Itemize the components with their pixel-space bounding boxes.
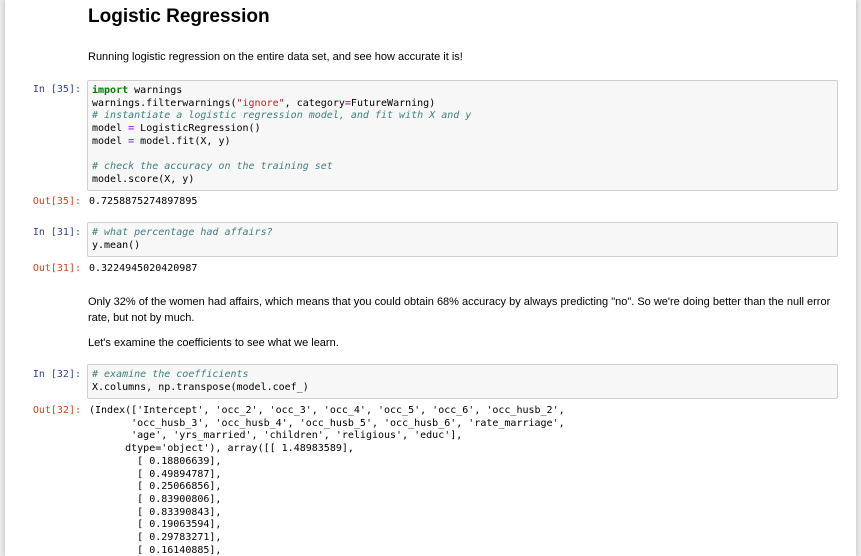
output-prompt-32: Out[32]:: [32, 405, 81, 416]
code-comment: # what percentage had affairs?: [92, 227, 273, 238]
affairs-text: Only 32% of the women had affairs, which…: [88, 296, 831, 324]
code-cell-32[interactable]: # examine the coefficients X.columns, np…: [87, 364, 838, 399]
output-prompt-35: Out[35]:: [32, 196, 81, 207]
notebook-page: Logistic Regression Running logistic reg…: [5, 0, 856, 556]
examine-text: Let's examine the coefficients to see wh…: [88, 337, 339, 349]
code-token: warnings: [128, 85, 183, 96]
code-comment: # instantiate a logistic regression mode…: [92, 110, 472, 122]
intro-text: Running logistic regression on the entir…: [88, 51, 463, 63]
input-prompt-31: In [31]:: [32, 227, 81, 238]
code-string: "ignore": [236, 97, 285, 109]
code-token: warnings.filterwarnings(: [92, 97, 237, 109]
code-comment: # examine the coefficients: [92, 369, 249, 380]
input-prompt-32: In [32]:: [32, 369, 81, 380]
code-token: model.score(X, y): [92, 173, 195, 185]
code-token: X.columns, np.transpose(model.coef_): [92, 381, 309, 393]
code-comment: # check the accuracy on the training set: [92, 161, 333, 173]
code-token: LogisticRegression(): [134, 123, 261, 135]
output-prompt-31: Out[31]:: [32, 263, 81, 274]
code-token: FutureWarning): [350, 97, 436, 109]
output-31: 0.3224945020420987: [89, 263, 198, 274]
code-token: model.fit(X, y): [134, 135, 231, 147]
code-cell-31[interactable]: # what percentage had affairs? y.mean(): [87, 222, 838, 257]
input-prompt-35: In [35]:: [32, 84, 81, 95]
output-35: 0.7258875274897895: [89, 196, 198, 207]
code-token: y.mean(): [92, 239, 141, 251]
code-token: model: [92, 135, 129, 147]
section-heading: Logistic Regression: [88, 6, 270, 27]
code-token: model: [92, 123, 129, 135]
output-32: (Index(['Intercept', 'occ_2', 'occ_3', '…: [89, 405, 565, 556]
code-token: import: [92, 85, 129, 96]
code-cell-35[interactable]: import warnings warnings.filterwarnings(…: [87, 80, 838, 191]
code-token: , category: [284, 97, 345, 109]
